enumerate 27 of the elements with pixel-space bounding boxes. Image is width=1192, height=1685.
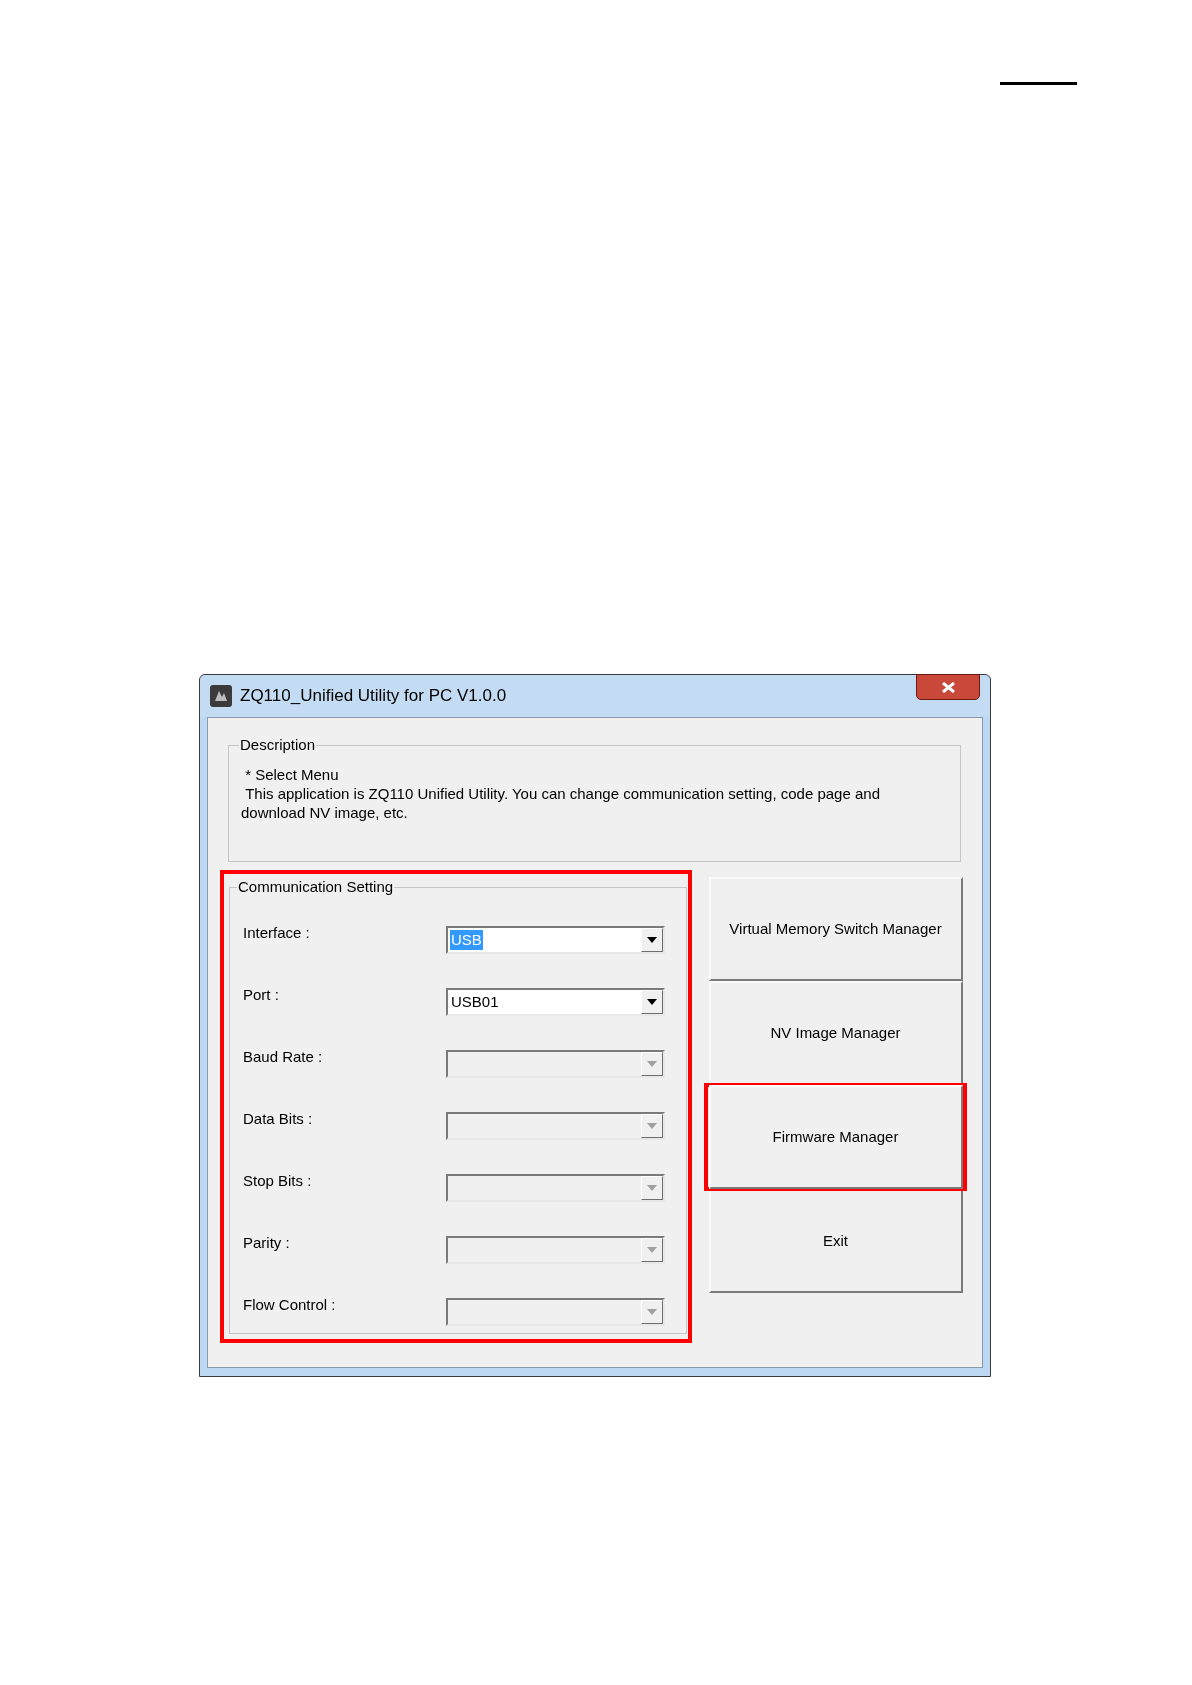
close-icon bbox=[941, 681, 955, 693]
dropdown[interactable] bbox=[446, 1049, 665, 1078]
field-label: Flow Control : bbox=[243, 1295, 337, 1316]
menu-button[interactable]: NV Image Manager bbox=[708, 981, 963, 1085]
app-icon bbox=[210, 685, 232, 707]
dropdown[interactable]: USB01 bbox=[446, 987, 665, 1016]
close-button[interactable] bbox=[916, 674, 980, 700]
field-label: Parity : bbox=[243, 1233, 291, 1254]
window-title: ZQ110_Unified Utility for PC V1.0.0 bbox=[240, 685, 507, 708]
dropdown-value: USB01 bbox=[450, 991, 500, 1012]
field-label: Stop Bits : bbox=[243, 1171, 313, 1192]
dropdown[interactable] bbox=[446, 1111, 665, 1140]
field-label: Port : bbox=[243, 985, 280, 1006]
field-label: Baud Rate : bbox=[243, 1047, 324, 1068]
group-legend: Description bbox=[239, 734, 317, 757]
dropdown[interactable] bbox=[446, 1235, 665, 1264]
description-text: * Select Menu bbox=[244, 764, 340, 784]
menu-button[interactable]: Exit bbox=[708, 1189, 963, 1293]
description-text: This application is ZQ110 Unified Utility. You can change communication setting, code page and download NV image, etc. bbox=[241, 783, 881, 822]
dropdown[interactable] bbox=[446, 1297, 665, 1326]
dropdown-value: USB bbox=[450, 929, 483, 950]
menu-button[interactable]: Virtual Memory Switch Manager bbox=[708, 877, 963, 981]
field-label: Interface : bbox=[243, 923, 311, 944]
group-legend: Communication Setting bbox=[237, 876, 395, 899]
dropdown[interactable] bbox=[446, 1173, 665, 1202]
field-label: Data Bits : bbox=[243, 1109, 314, 1130]
menu-button[interactable]: Firmware Manager bbox=[708, 1085, 963, 1189]
